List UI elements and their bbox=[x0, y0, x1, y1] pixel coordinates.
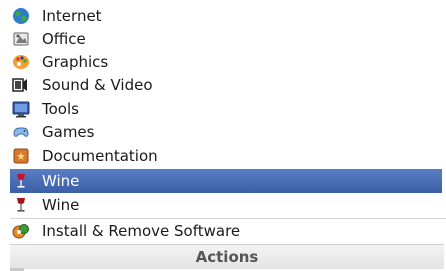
actions-header-label: Actions bbox=[195, 248, 259, 266]
office-icon bbox=[13, 32, 29, 46]
globe-icon bbox=[13, 8, 29, 24]
menu-item-label: Graphics bbox=[42, 53, 109, 71]
wine-glass-icon bbox=[17, 198, 25, 212]
menu-item-games[interactable]: Games bbox=[12, 120, 446, 144]
menu-item-label: Wine bbox=[42, 172, 80, 190]
tools-monitor-icon bbox=[12, 101, 30, 118]
book-icon bbox=[13, 148, 29, 164]
menu-item-graphics[interactable]: Graphics bbox=[12, 50, 446, 74]
menu-item-internet[interactable]: Internet bbox=[12, 4, 446, 28]
sound-video-icon bbox=[12, 78, 27, 92]
menu-item-label: Sound & Video bbox=[42, 76, 153, 94]
gamepad-icon bbox=[13, 127, 29, 137]
menu-item-office[interactable]: Office bbox=[12, 27, 446, 51]
menu-item-documentation[interactable]: Documentation bbox=[12, 144, 446, 168]
menu-item-label: Tools bbox=[42, 100, 79, 118]
menu-item-label: Wine bbox=[42, 196, 80, 214]
wine-glass-icon bbox=[17, 174, 25, 188]
menu-item-label: Office bbox=[42, 30, 86, 48]
menu-item-wine[interactable]: Wine bbox=[12, 193, 446, 217]
graphics-palette-icon bbox=[13, 55, 29, 69]
menu-item-label: Documentation bbox=[42, 147, 158, 165]
menu-item-install-remove-software[interactable]: Install & Remove Software bbox=[12, 219, 446, 243]
menu-item-sound-video[interactable]: Sound & Video bbox=[12, 73, 446, 97]
menu-item-label: Install & Remove Software bbox=[42, 222, 241, 240]
menu-item-label: Internet bbox=[42, 7, 102, 25]
actions-section-header: Actions bbox=[10, 244, 444, 269]
menu-item-wine-selected[interactable]: Wine bbox=[10, 169, 442, 193]
install-software-icon bbox=[12, 224, 29, 239]
menu-item-label: Games bbox=[42, 123, 95, 141]
applications-menu: Internet Office Graphics Sound & Video T… bbox=[0, 0, 446, 271]
menu-item-tools[interactable]: Tools bbox=[12, 97, 446, 121]
